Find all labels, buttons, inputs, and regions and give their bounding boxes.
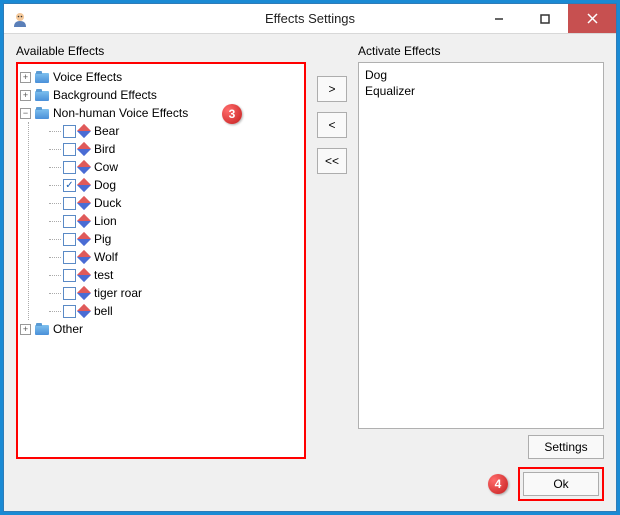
- checkbox[interactable]: [63, 197, 76, 210]
- checkbox[interactable]: [63, 251, 76, 264]
- available-effects-label: Available Effects: [16, 44, 306, 58]
- remove-all-button[interactable]: <<: [317, 148, 347, 174]
- activated-effects-list[interactable]: Dog Equalizer: [358, 62, 604, 429]
- folder-icon: [35, 89, 49, 101]
- tree-item-lion[interactable]: Lion: [49, 212, 302, 230]
- app-icon: [12, 11, 28, 27]
- add-button[interactable]: >: [317, 76, 347, 102]
- effect-icon: [77, 124, 91, 138]
- tree-node-background-effects[interactable]: + Background Effects: [20, 86, 302, 104]
- titlebar: Effects Settings: [4, 4, 616, 34]
- ok-highlight: Ok: [518, 467, 604, 501]
- checkbox-checked[interactable]: ✓: [63, 179, 76, 192]
- available-effects-tree[interactable]: 3 + Voice Effects + Background Effects: [16, 62, 306, 459]
- window-controls: [476, 4, 616, 33]
- tree-item-bell[interactable]: bell: [49, 302, 302, 320]
- maximize-button[interactable]: [522, 4, 568, 33]
- checkbox[interactable]: [63, 161, 76, 174]
- list-item[interactable]: Dog: [365, 67, 597, 83]
- tree-item-duck[interactable]: Duck: [49, 194, 302, 212]
- minimize-button[interactable]: [476, 4, 522, 33]
- effect-icon: [77, 196, 91, 210]
- checkbox[interactable]: [63, 287, 76, 300]
- effect-icon: [77, 250, 91, 264]
- checkbox[interactable]: [63, 215, 76, 228]
- checkbox[interactable]: [63, 269, 76, 282]
- effect-icon: [77, 214, 91, 228]
- tree-node-voice-effects[interactable]: + Voice Effects: [20, 68, 302, 86]
- effect-icon: [77, 286, 91, 300]
- tree-item-wolf[interactable]: Wolf: [49, 248, 302, 266]
- close-button[interactable]: [568, 4, 616, 33]
- remove-button[interactable]: <: [317, 112, 347, 138]
- expand-icon[interactable]: +: [20, 72, 31, 83]
- list-item[interactable]: Equalizer: [365, 83, 597, 99]
- settings-button[interactable]: Settings: [528, 435, 604, 459]
- effect-icon: [77, 232, 91, 246]
- tree-item-pig[interactable]: Pig: [49, 230, 302, 248]
- checkbox[interactable]: [63, 233, 76, 246]
- expand-icon[interactable]: +: [20, 324, 31, 335]
- tree-item-tiger-roar[interactable]: tiger roar: [49, 284, 302, 302]
- tree-item-dog[interactable]: ✓Dog: [49, 176, 302, 194]
- activate-effects-label: Activate Effects: [358, 44, 604, 58]
- effect-icon: [77, 160, 91, 174]
- effect-icon: [77, 268, 91, 282]
- collapse-icon[interactable]: −: [20, 108, 31, 119]
- tree-node-nonhuman[interactable]: − Non-human Voice Effects: [20, 104, 302, 122]
- tree-item-cow[interactable]: Cow: [49, 158, 302, 176]
- effect-icon: [77, 304, 91, 318]
- folder-icon: [35, 107, 49, 119]
- effect-icon: [77, 178, 91, 192]
- folder-icon: [35, 323, 49, 335]
- checkbox[interactable]: [63, 143, 76, 156]
- tree-node-other[interactable]: + Other: [20, 320, 302, 338]
- tree-item-bear[interactable]: Bear: [49, 122, 302, 140]
- folder-icon: [35, 71, 49, 83]
- checkbox[interactable]: [63, 305, 76, 318]
- ok-button[interactable]: Ok: [523, 472, 599, 496]
- effects-settings-window: Effects Settings Available Effects 3: [3, 3, 617, 512]
- effect-icon: [77, 142, 91, 156]
- checkbox[interactable]: [63, 125, 76, 138]
- dialog-content: Available Effects 3 + Voice Effects + Ba…: [4, 34, 616, 511]
- tree-item-test[interactable]: test: [49, 266, 302, 284]
- expand-icon[interactable]: +: [20, 90, 31, 101]
- tree-item-bird[interactable]: Bird: [49, 140, 302, 158]
- callout-4: 4: [488, 474, 508, 494]
